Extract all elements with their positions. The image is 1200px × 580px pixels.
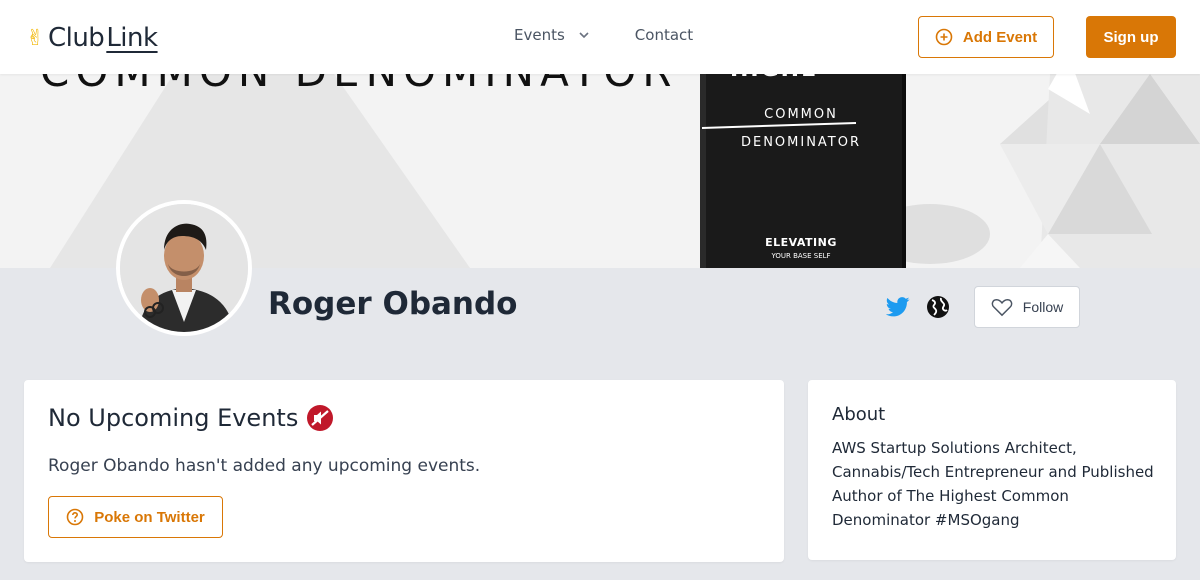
victory-hand-icon: ✌	[26, 25, 44, 51]
banner-headline-text: COMMON DENOMINATOR	[40, 74, 677, 96]
add-event-button[interactable]: Add Event	[918, 16, 1054, 58]
book-subtitle-main: ELEVATING	[765, 236, 837, 249]
question-circle-icon	[66, 508, 84, 526]
events-title-text: No Upcoming Events	[48, 404, 299, 432]
book-line2: DENOMINATOR	[741, 135, 861, 150]
follow-button[interactable]: Follow	[974, 286, 1080, 328]
profile-name: Roger Obando	[268, 286, 518, 322]
plus-circle-icon	[935, 28, 953, 46]
logo-text-link: Link	[106, 23, 158, 53]
follow-label: Follow	[1022, 299, 1064, 315]
nav-events-dropdown[interactable]: Events	[514, 26, 591, 44]
signup-label: Sign up	[1103, 28, 1159, 46]
chevron-down-icon	[579, 32, 589, 39]
book-title-partial: HIGHE	[730, 74, 818, 82]
events-card-title: No Upcoming Events	[48, 404, 334, 432]
globe-icon[interactable]	[926, 295, 950, 319]
about-card: About AWS Startup Solutions Architect, C…	[808, 380, 1176, 560]
book-line1: COMMON	[764, 107, 838, 122]
main-nav: Events Contact	[514, 26, 693, 44]
book-subtitle-small: YOUR BASE SELF	[770, 252, 830, 260]
avatar	[116, 200, 252, 336]
signup-button[interactable]: Sign up	[1086, 16, 1176, 58]
avatar-photo	[120, 204, 248, 332]
nav-contact-link[interactable]: Contact	[635, 26, 693, 44]
top-navbar: ✌ Club Link Events Contact Add Event Sign…	[0, 0, 1200, 74]
poke-label: Poke on Twitter	[94, 508, 205, 526]
no-events-message: Roger Obando hasn't added any upcoming e…	[48, 456, 481, 476]
upcoming-events-card: No Upcoming Events Roger Obando hasn't a…	[24, 380, 784, 562]
add-event-label: Add Event	[962, 28, 1038, 46]
clublink-logo[interactable]: ✌ Club Link	[26, 20, 158, 56]
logo-text-club: Club	[47, 23, 105, 53]
nav-events-label: Events	[514, 26, 565, 44]
about-text: AWS Startup Solutions Architect, Cannabi…	[832, 439, 1154, 529]
about-title: About	[832, 404, 886, 425]
twitter-icon[interactable]	[886, 296, 910, 318]
nav-contact-label: Contact	[634, 26, 694, 44]
muted-speaker-icon	[307, 405, 334, 431]
heart-icon	[991, 298, 1013, 317]
poke-on-twitter-button[interactable]: Poke on Twitter	[48, 496, 223, 538]
